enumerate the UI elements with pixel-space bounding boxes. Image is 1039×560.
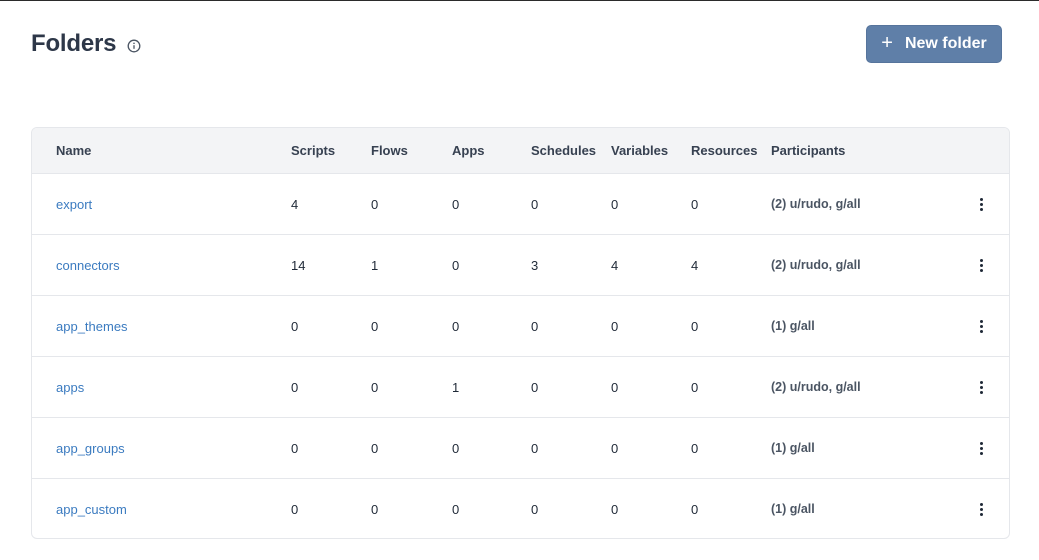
table-row: connectors 14 1 0 3 4 4 (2) u/rudo, g/al…	[32, 235, 1009, 296]
column-header-apps[interactable]: Apps	[452, 143, 485, 158]
scripts-count: 4	[291, 197, 299, 212]
more-vertical-icon[interactable]	[973, 194, 989, 214]
variables-count: 0	[611, 380, 619, 395]
more-vertical-icon[interactable]	[973, 438, 989, 458]
flows-count: 0	[371, 502, 379, 517]
scripts-count: 0	[291, 441, 299, 456]
column-header-resources[interactable]: Resources	[691, 143, 757, 158]
folders-table: Name Scripts Flows Apps Schedules Variab…	[31, 127, 1010, 539]
apps-count: 0	[452, 502, 460, 517]
schedules-count: 0	[531, 380, 539, 395]
page-title: Folders	[31, 30, 117, 57]
variables-count: 4	[611, 258, 619, 273]
variables-count: 0	[611, 502, 619, 517]
apps-count: 0	[452, 197, 460, 212]
schedules-count: 0	[531, 502, 539, 517]
info-icon[interactable]	[127, 39, 141, 53]
participants: (2) u/rudo, g/all	[771, 258, 861, 272]
more-vertical-icon[interactable]	[973, 255, 989, 275]
table-header: Name Scripts Flows Apps Schedules Variab…	[32, 128, 1009, 174]
flows-count: 1	[371, 258, 379, 273]
table-row: app_groups 0 0 0 0 0 0 (1) g/all	[32, 418, 1009, 479]
table-row: app_custom 0 0 0 0 0 0 (1) g/all	[32, 479, 1009, 538]
participants: (1) g/all	[771, 441, 815, 455]
table-row: export 4 0 0 0 0 0 (2) u/rudo, g/all	[32, 174, 1009, 235]
folder-name-link[interactable]: app_themes	[56, 319, 128, 334]
resources-count: 0	[691, 197, 699, 212]
resources-count: 0	[691, 502, 699, 517]
participants: (1) g/all	[771, 502, 815, 516]
folder-name-link[interactable]: export	[56, 197, 92, 212]
more-vertical-icon[interactable]	[973, 377, 989, 397]
folder-name-link[interactable]: app_groups	[56, 441, 125, 456]
resources-count: 0	[691, 380, 699, 395]
scripts-count: 0	[291, 380, 299, 395]
participants: (2) u/rudo, g/all	[771, 380, 861, 394]
new-folder-button[interactable]: + New folder	[866, 25, 1002, 63]
folder-name-link[interactable]: connectors	[56, 258, 120, 273]
new-folder-label: New folder	[904, 35, 987, 52]
resources-count: 0	[691, 319, 699, 334]
flows-count: 0	[371, 197, 379, 212]
column-header-schedules[interactable]: Schedules	[531, 143, 596, 158]
top-border	[0, 0, 1039, 1]
apps-count: 0	[452, 319, 460, 334]
schedules-count: 0	[531, 319, 539, 334]
schedules-count: 0	[531, 197, 539, 212]
schedules-count: 3	[531, 258, 539, 273]
variables-count: 0	[611, 197, 619, 212]
folder-name-link[interactable]: app_custom	[56, 502, 127, 517]
flows-count: 0	[371, 441, 379, 456]
scripts-count: 0	[291, 502, 299, 517]
apps-count: 0	[452, 258, 460, 273]
more-vertical-icon[interactable]	[973, 316, 989, 336]
apps-count: 0	[452, 441, 460, 456]
resources-count: 4	[691, 258, 699, 273]
variables-count: 0	[611, 441, 619, 456]
schedules-count: 0	[531, 441, 539, 456]
table-row: app_themes 0 0 0 0 0 0 (1) g/all	[32, 296, 1009, 357]
apps-count: 1	[452, 380, 460, 395]
column-header-participants: Participants	[771, 143, 846, 158]
resources-count: 0	[691, 441, 699, 456]
table-row: apps 0 0 1 0 0 0 (2) u/rudo, g/all	[32, 357, 1009, 418]
plus-icon: +	[881, 32, 893, 54]
column-header-flows[interactable]: Flows	[371, 143, 408, 158]
column-header-variables[interactable]: Variables	[611, 143, 668, 158]
column-header-scripts[interactable]: Scripts	[291, 143, 335, 158]
flows-count: 0	[371, 319, 379, 334]
page-title-container: Folders	[31, 30, 141, 58]
scripts-count: 0	[291, 319, 299, 334]
folder-name-link[interactable]: apps	[56, 380, 84, 395]
flows-count: 0	[371, 380, 379, 395]
participants: (2) u/rudo, g/all	[771, 197, 861, 211]
more-vertical-icon[interactable]	[973, 499, 989, 519]
variables-count: 0	[611, 319, 619, 334]
scripts-count: 14	[291, 258, 306, 273]
participants: (1) g/all	[771, 319, 815, 333]
column-header-name[interactable]: Name	[56, 143, 91, 158]
